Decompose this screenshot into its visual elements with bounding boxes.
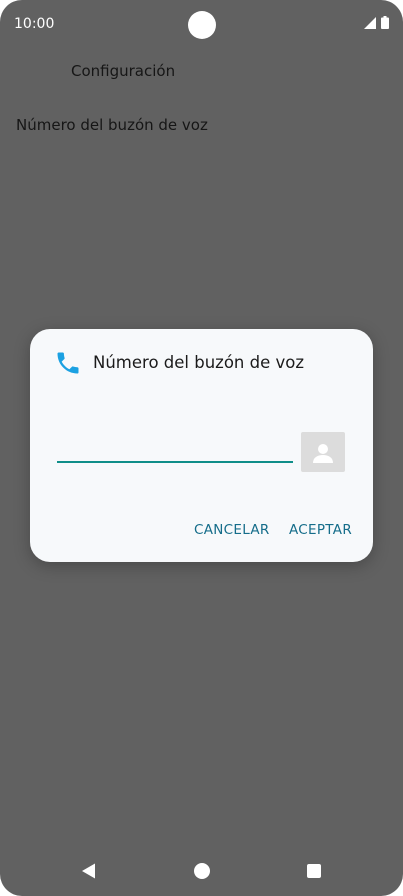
contact-picker-icon	[313, 444, 333, 463]
page-title: Configuración	[71, 62, 176, 80]
cancel-button[interactable]: CANCELAR	[194, 522, 270, 538]
voicemail-number-dialog: Número del buzón de voz CANCELAR ACEPTAR	[30, 329, 373, 562]
signal-icon	[364, 17, 376, 29]
back-icon[interactable]	[80, 862, 98, 880]
phone-icon	[57, 352, 79, 374]
voicemail-number-input[interactable]	[57, 429, 293, 463]
battery-icon	[381, 16, 389, 29]
home-icon[interactable]	[193, 862, 211, 880]
accept-button[interactable]: ACEPTAR	[289, 522, 352, 538]
recents-icon[interactable]	[306, 863, 322, 879]
navigation-bar	[0, 848, 403, 896]
phone-screen: 10:00 Configuración Número del buzón de …	[0, 0, 403, 896]
dialog-title: Número del buzón de voz	[93, 353, 305, 372]
front-camera	[188, 11, 216, 39]
status-time: 10:00	[14, 16, 55, 32]
voicemail-number-item[interactable]: Número del buzón de voz	[16, 116, 208, 134]
status-bar: 10:00	[0, 0, 403, 48]
contact-picker-button[interactable]	[301, 432, 345, 472]
